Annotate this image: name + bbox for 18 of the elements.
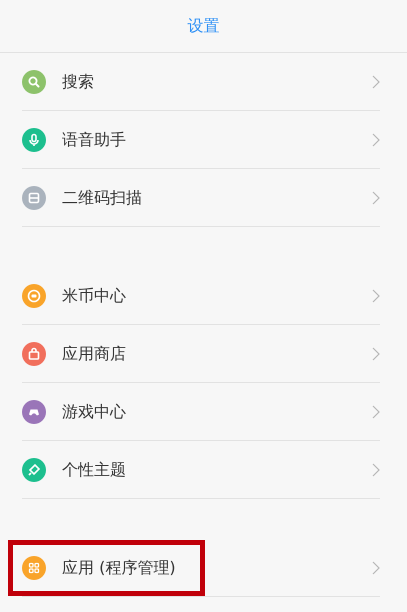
- chevron-right-icon: [372, 405, 380, 419]
- settings-item[interactable]: 应用 (程序管理): [8, 539, 380, 597]
- chevron-right-icon: [372, 347, 380, 361]
- item-label: 个性主题: [62, 460, 126, 480]
- chevron-right-icon: [372, 191, 380, 205]
- page-title: 设置: [188, 16, 220, 36]
- item-label: 二维码扫描: [62, 188, 142, 208]
- chevron-right-icon: [372, 75, 380, 89]
- chevron-right-icon: [372, 463, 380, 477]
- item-label: 语音助手: [62, 130, 126, 150]
- item-label: 应用商店: [62, 344, 126, 364]
- item-label: 米币中心: [62, 286, 126, 306]
- chevron-right-icon: [372, 289, 380, 303]
- item-label: 游戏中心: [62, 402, 126, 422]
- item-label: 应用 (程序管理): [62, 558, 176, 578]
- item-label: 搜索: [62, 72, 94, 92]
- chevron-right-icon: [372, 561, 380, 575]
- chevron-right-icon: [372, 133, 380, 147]
